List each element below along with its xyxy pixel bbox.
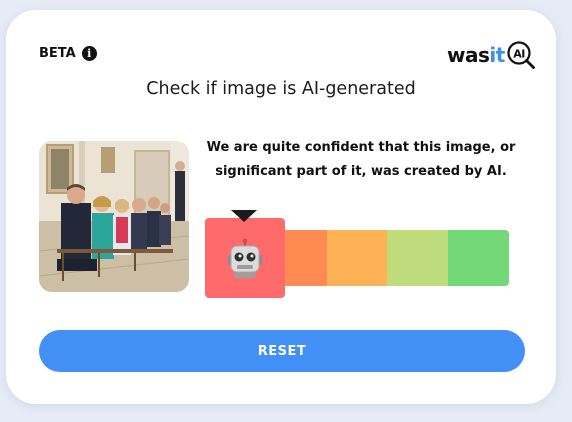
- beta-badge: BETA i: [39, 46, 97, 61]
- wasitai-logo[interactable]: was it AI: [447, 40, 536, 70]
- logo-was: was: [447, 43, 490, 67]
- logo-it: it: [489, 43, 505, 67]
- page-title: Check if image is AI-generated: [146, 79, 416, 99]
- uploaded-image: [39, 141, 189, 292]
- result-line-1: We are quite confident that this image, …: [206, 140, 516, 155]
- robot-icon: [228, 238, 262, 278]
- reset-button[interactable]: RESET: [39, 330, 525, 372]
- info-icon[interactable]: i: [81, 46, 97, 61]
- result-message: We are quite confident that this image, …: [200, 136, 522, 184]
- meter-segment-uncertain: [326, 230, 388, 286]
- meter-segment-human: [448, 230, 509, 286]
- result-line-2: significant part of it, was created by A…: [215, 164, 507, 179]
- beta-label: BETA: [39, 46, 76, 61]
- meter-selected-segment: [205, 218, 285, 298]
- meter-segment-likely-human: [387, 230, 449, 286]
- logo-mark-text: AI: [513, 47, 525, 60]
- meter-pointer: [231, 210, 257, 222]
- magnifier-ai-icon: AI: [507, 41, 535, 69]
- detector-card: BETA i was it AI Check if image is AI-ge…: [6, 10, 556, 404]
- photo-thumbnail: [39, 141, 189, 292]
